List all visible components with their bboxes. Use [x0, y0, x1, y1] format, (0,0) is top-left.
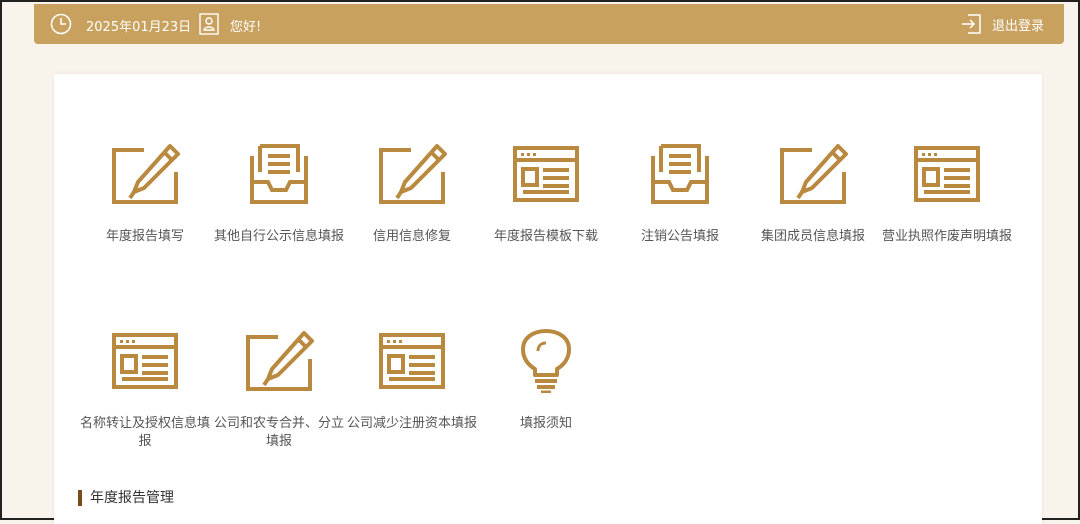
- main-panel: 年度报告填写 其他自行公示信息填报 信用信息修复 年度报告模板下载 注销公告填报…: [54, 74, 1042, 524]
- tile-cancellation-notice[interactable]: 注销公告填报: [613, 142, 747, 246]
- tile-name-transfer[interactable]: 名称转让及授权信息填报: [78, 329, 212, 451]
- tile-label: 年度报告填写: [105, 229, 184, 244]
- window-list-icon: [511, 142, 581, 206]
- tile-license-void[interactable]: 营业执照作废声明填报: [880, 142, 1014, 246]
- tile-capital-reduction[interactable]: 公司减少注册资本填报: [345, 329, 479, 433]
- inbox-document-icon: [244, 142, 314, 206]
- greeting-text: 您好!: [230, 20, 262, 35]
- section-title: 年度报告管理: [78, 490, 174, 506]
- top-bar: 2025年01月23日 您好! 退出登录: [34, 4, 1064, 44]
- window-list-icon: [912, 142, 982, 206]
- inbox-document-icon: [645, 142, 715, 206]
- edit-icon: [244, 329, 314, 393]
- edit-icon: [110, 142, 180, 206]
- tile-merger-division[interactable]: 公司和农专合并、分立填报: [212, 329, 346, 451]
- tile-label: 名称转让及授权信息填报: [79, 416, 210, 449]
- tile-label: 年度报告模板下载: [493, 229, 598, 244]
- tile-label: 注销公告填报: [640, 229, 719, 244]
- tile-label: 公司减少注册资本填报: [346, 416, 477, 431]
- tile-label: 信用信息修复: [372, 229, 451, 244]
- logout-icon: [961, 14, 981, 34]
- tile-annual-report-fill[interactable]: 年度报告填写: [78, 142, 212, 246]
- tile-group-members[interactable]: 集团成员信息填报: [746, 142, 880, 246]
- edit-icon: [377, 142, 447, 206]
- edit-icon: [778, 142, 848, 206]
- tile-filing-instructions[interactable]: 填报须知: [479, 329, 613, 433]
- tile-credit-repair[interactable]: 信用信息修复: [345, 142, 479, 246]
- window-list-icon: [377, 329, 447, 393]
- tile-label: 公司和农专合并、分立填报: [213, 416, 344, 449]
- current-date: 2025年01月23日: [86, 20, 192, 35]
- logout-label: 退出登录: [991, 18, 1044, 34]
- clock-icon: [50, 13, 72, 35]
- tile-label: 其他自行公示信息填报: [213, 229, 344, 244]
- tile-template-download[interactable]: 年度报告模板下载: [479, 142, 613, 246]
- lightbulb-icon: [511, 329, 581, 393]
- user-badge-icon: [199, 13, 219, 35]
- tile-label: 集团成员信息填报: [760, 229, 865, 244]
- tile-label: 填报须知: [519, 416, 572, 431]
- window-list-icon: [110, 329, 180, 393]
- tile-other-public-info[interactable]: 其他自行公示信息填报: [212, 142, 346, 246]
- logout-button[interactable]: 退出登录: [960, 13, 1044, 35]
- tile-label: 营业执照作废声明填报: [881, 229, 1012, 244]
